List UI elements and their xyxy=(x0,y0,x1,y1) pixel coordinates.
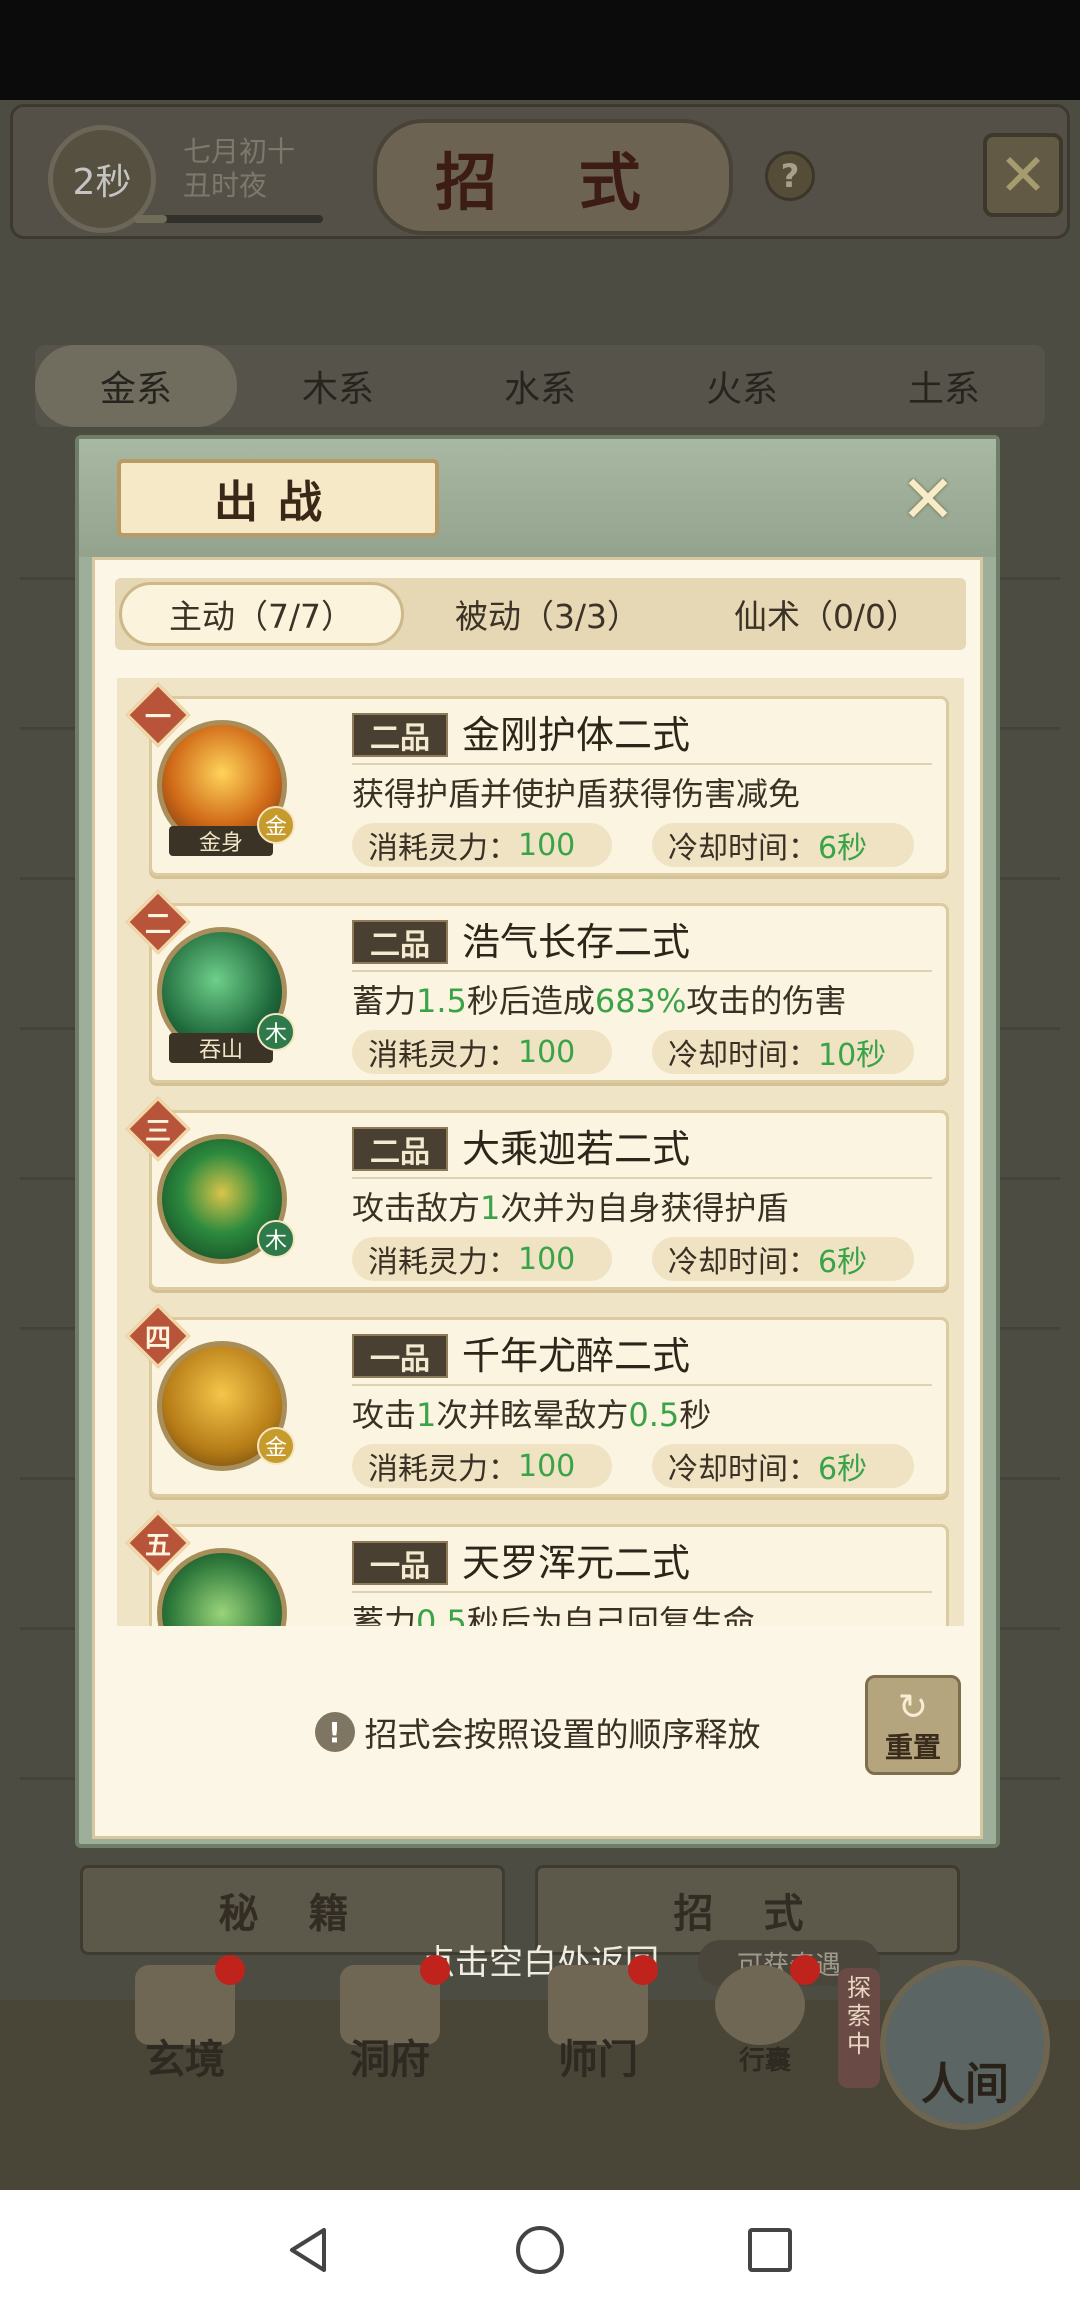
close-icon[interactable]: ✕ xyxy=(890,461,966,538)
nav-xuanjing[interactable]: 玄境 xyxy=(105,1955,265,2085)
reset-button[interactable]: ↻ 重置 xyxy=(865,1675,961,1775)
dialog-header: 出战 ✕ xyxy=(79,439,996,557)
grade-badge: 二品 xyxy=(352,713,448,757)
skill-description: 攻击敌方1次并为自身获得护盾 xyxy=(352,1189,789,1227)
nav-world[interactable]: 人间 xyxy=(880,1960,1050,2130)
refresh-icon: ↻ xyxy=(897,1687,929,1728)
skill-item[interactable]: 二品 金刚护体二式 获得护盾并使护盾获得伤害减免 消耗灵力： 100 冷却时间： 6… xyxy=(125,682,949,878)
skill-description: 蓄力0.5秒后为自己回复生命 xyxy=(352,1603,755,1626)
mana-cost: 消耗灵力： 100 xyxy=(352,1237,612,1281)
red-dot-badge xyxy=(420,1955,450,1985)
mana-cost: 消耗灵力： 100 xyxy=(352,1444,612,1488)
nav-xingnang[interactable]: 行囊 xyxy=(690,1955,840,2085)
element-badge: 金 xyxy=(257,1427,295,1465)
home-icon[interactable] xyxy=(512,2222,568,2278)
skill-name: 浩气长存二式 xyxy=(462,920,691,964)
rank-number: 三 xyxy=(144,1116,171,1147)
mana-cost: 消耗灵力： 100 xyxy=(352,1030,612,1074)
cooldown: 冷却时间： 6秒 xyxy=(652,1237,914,1281)
skill-item[interactable]: 一品 千年尤醉二式 攻击1次并眩晕敌方0.5秒 消耗灵力： 100 冷却时间： 6秒… xyxy=(125,1303,949,1499)
skill-name: 天罗浑元二式 xyxy=(462,1541,691,1585)
red-dot-badge xyxy=(790,1955,820,1985)
grade-badge: 一品 xyxy=(352,1334,448,1378)
skill-item[interactable]: 一品 天罗浑元二式 蓄力0.5秒后为自己回复生命 五 xyxy=(125,1510,949,1626)
element-badge: 木 xyxy=(257,1013,295,1051)
element-badge: 金 xyxy=(257,806,295,844)
nav-shimen[interactable]: 师门 xyxy=(518,1955,678,2085)
skill-name: 千年尤醉二式 xyxy=(462,1334,691,1378)
skill-description: 攻击1次并眩晕敌方0.5秒 xyxy=(352,1396,712,1434)
grade-badge: 二品 xyxy=(352,920,448,964)
skill-item[interactable]: 二品 大乘迦若二式 攻击敌方1次并为自身获得护盾 消耗灵力： 100 冷却时间： 6… xyxy=(125,1096,949,1292)
cooldown: 冷却时间： 6秒 xyxy=(652,1444,914,1488)
skill-list[interactable]: 二品 金刚护体二式 获得护盾并使护盾获得伤害减免 消耗灵力： 100 冷却时间： 6… xyxy=(117,678,964,1626)
mana-cost: 消耗灵力： 100 xyxy=(352,823,612,867)
skill-name: 大乘迦若二式 xyxy=(462,1127,691,1171)
rank-number: 一 xyxy=(144,702,171,733)
back-icon[interactable] xyxy=(282,2222,338,2278)
rank-number: 五 xyxy=(144,1530,171,1561)
rank-number: 四 xyxy=(144,1323,171,1354)
dialog-title: 出战 xyxy=(117,459,439,537)
skill-item[interactable]: 二品 浩气长存二式 蓄力1.5秒后造成683%攻击的伤害 消耗灵力： 100 冷却… xyxy=(125,889,949,1085)
red-dot-badge xyxy=(628,1955,658,1985)
rank-number: 二 xyxy=(144,909,171,940)
recents-icon[interactable] xyxy=(742,2222,798,2278)
skill-description: 获得护盾并使护盾获得伤害减免 xyxy=(352,775,801,813)
skill-type-tabs: 主动（7/7） 被动（3/3） 仙术（0/0） xyxy=(115,578,966,650)
battle-loadout-dialog: 出战 ✕ 主动（7/7） 被动（3/3） 仙术（0/0） 二品 金刚护体二式 获… xyxy=(75,435,1000,1848)
red-dot-badge xyxy=(215,1955,245,1985)
order-tip: ! 招式会按照设置的顺序释放 xyxy=(95,1708,980,1756)
skill-description: 蓄力1.5秒后造成683%攻击的伤害 xyxy=(352,982,847,1020)
grade-badge: 二品 xyxy=(352,1127,448,1171)
system-nav-bar xyxy=(0,2190,1080,2310)
tab-immortal-arts[interactable]: 仙术（0/0） xyxy=(687,578,966,650)
exploring-tag: 探索中 xyxy=(838,1968,880,2088)
nav-dongfu[interactable]: 洞府 xyxy=(310,1955,470,2085)
dialog-body: 主动（7/7） 被动（3/3） 仙术（0/0） 二品 金刚护体二式 获得护盾并使… xyxy=(92,557,983,1839)
grade-badge: 一品 xyxy=(352,1541,448,1585)
cooldown: 冷却时间： 10秒 xyxy=(652,1030,914,1074)
tab-passive-skills[interactable]: 被动（3/3） xyxy=(408,578,687,650)
element-badge: 木 xyxy=(257,1220,295,1258)
skill-name: 金刚护体二式 xyxy=(462,713,691,757)
tab-active-skills[interactable]: 主动（7/7） xyxy=(119,582,404,646)
cooldown: 冷却时间： 6秒 xyxy=(652,823,914,867)
exclamation-icon: ! xyxy=(314,1712,355,1752)
